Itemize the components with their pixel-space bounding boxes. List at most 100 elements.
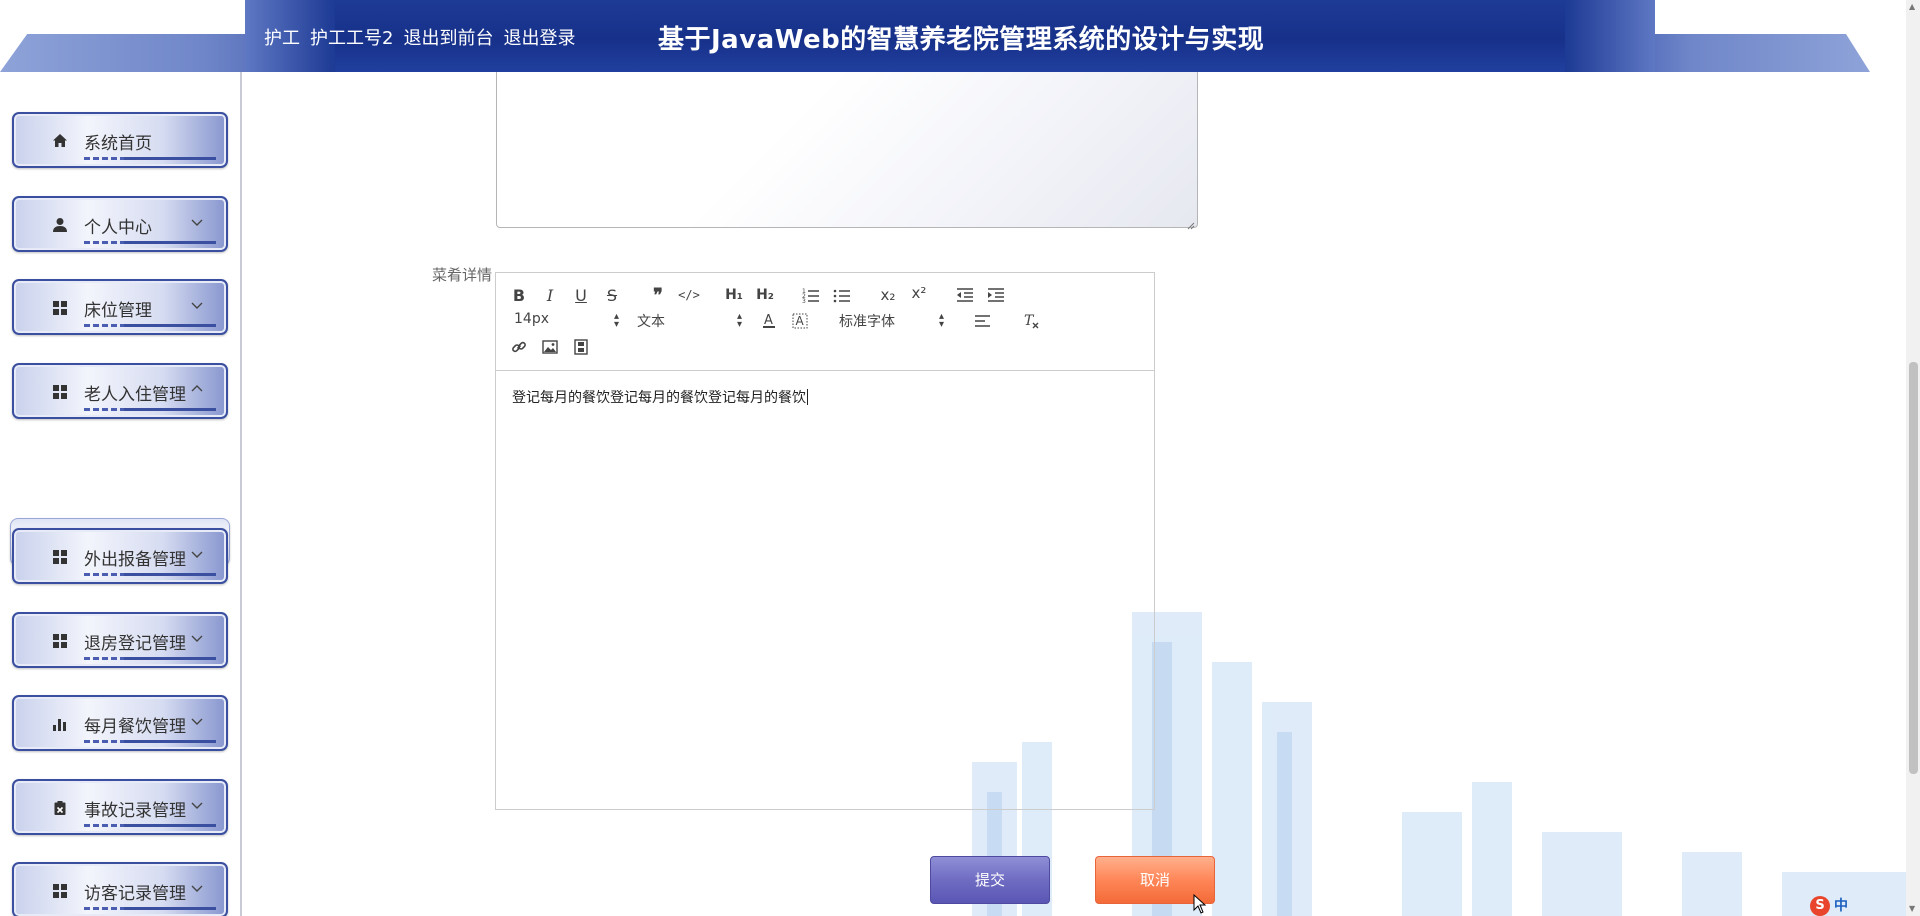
menu-underline-decoration: [124, 824, 216, 827]
font-family-value: 标准字体: [839, 314, 895, 330]
submit-button[interactable]: 提交: [930, 856, 1050, 904]
sidebar-item-label: 访客记录管理: [84, 884, 186, 904]
editor-content-area[interactable]: 登记每月的餐饮登记每月的餐饮登记每月的餐饮: [496, 371, 1154, 809]
bold-icon[interactable]: B: [507, 285, 531, 305]
main-content: 菜肴详情 B I U S ❞ </> H₁ H₂ 123 x₂ x² 14px …: [242, 72, 1908, 916]
sidebar-item-label: 个人中心: [84, 218, 152, 238]
menu-underline-decoration: [124, 324, 216, 327]
ime-mode-label: 中: [1834, 898, 1848, 914]
menu-underline-decoration: [84, 573, 126, 576]
block-format-value: 文本: [637, 314, 665, 330]
font-size-select[interactable]: 14px ▴ ▾: [514, 311, 619, 333]
text-color-icon[interactable]: A: [757, 311, 781, 331]
bullet-list-icon[interactable]: [830, 285, 854, 305]
sidebar-item-label: 每月餐饮管理: [84, 717, 186, 737]
menu-underline-decoration: [124, 241, 216, 244]
ordered-list-icon[interactable]: 123: [799, 285, 823, 305]
sidebar-item-label: 系统首页: [84, 134, 152, 154]
sidebar-item-label: 床位管理: [84, 301, 152, 321]
sidebar-item-home[interactable]: 系统首页: [12, 112, 228, 168]
editor-content-text: 登记每月的餐饮登记每月的餐饮登记每月的餐饮: [512, 387, 808, 407]
select-arrows-icon: ▴ ▾: [737, 311, 743, 330]
select-arrows-icon: ▴ ▾: [614, 311, 620, 330]
ime-toolbar[interactable]: S中: [1810, 895, 1848, 916]
user-links: 护工 护工工号2 退出到前台 退出登录: [264, 24, 575, 50]
sidebar-item-visitor-records-management[interactable]: 访客记录管理: [12, 862, 228, 916]
chevron-down-icon: [190, 797, 204, 811]
link-icon[interactable]: [507, 337, 531, 357]
video-icon[interactable]: [569, 337, 593, 357]
image-icon[interactable]: [538, 337, 562, 357]
chevron-up-icon: [190, 381, 204, 395]
font-family-select[interactable]: 标准字体 ▴ ▾: [839, 311, 944, 333]
clipboard-icon: [52, 800, 68, 816]
select-arrows-icon: ▴ ▾: [939, 311, 945, 330]
chevron-down-icon: [190, 713, 204, 727]
text-caret: [807, 389, 808, 405]
editor-toolbar: B I U S ❞ </> H₁ H₂ 123 x₂ x² 14px ▴ ▾ 文…: [496, 273, 1154, 371]
underline-icon[interactable]: U: [569, 285, 593, 305]
scroll-down-arrow-icon[interactable]: ▼: [1909, 905, 1917, 913]
chevron-down-icon: [190, 546, 204, 560]
resize-handle-icon[interactable]: [1185, 215, 1195, 230]
sidebar-item-outing-report-management[interactable]: 外出报备管理: [12, 528, 228, 584]
sidebar: 系统首页 个人中心 床位管理 老人入住管理 外出报备管理 退房登记管理 每月餐饮…: [0, 72, 242, 916]
menu-underline-decoration: [84, 824, 126, 827]
grid-icon: [52, 384, 68, 400]
menu-underline-decoration: [84, 157, 126, 160]
menu-underline-decoration: [84, 408, 126, 411]
grid-icon: [52, 633, 68, 649]
strikethrough-icon[interactable]: S: [600, 285, 624, 305]
sidebar-item-checkout-management[interactable]: 退房登记管理: [12, 612, 228, 668]
editor-content-value: 登记每月的餐饮登记每月的餐饮登记每月的餐饮: [512, 390, 806, 406]
italic-icon[interactable]: I: [538, 285, 562, 305]
sidebar-item-label: 退房登记管理: [84, 634, 186, 654]
block-format-select[interactable]: 文本 ▴ ▾: [637, 311, 742, 333]
chevron-down-icon: [190, 630, 204, 644]
font-size-value: 14px: [514, 311, 549, 327]
sidebar-item-label: 老人入住管理: [84, 385, 186, 405]
scrollbar-thumb[interactable]: [1909, 362, 1918, 774]
chevron-down-icon: [190, 297, 204, 311]
background-color-icon[interactable]: A: [788, 311, 812, 331]
clear-format-icon[interactable]: T: [1019, 311, 1043, 331]
sidebar-item-elder-checkin-management[interactable]: 老人入住管理: [12, 363, 228, 419]
heading1-icon[interactable]: H₁: [722, 285, 746, 305]
grid-icon: [52, 549, 68, 565]
back-to-front-link[interactable]: 退出到前台: [403, 24, 493, 50]
menu-underline-decoration: [124, 157, 216, 160]
sidebar-item-label: 事故记录管理: [84, 801, 186, 821]
subscript-icon[interactable]: x₂: [876, 285, 900, 305]
sidebar-item-monthly-meals-management[interactable]: 每月餐饮管理: [12, 695, 228, 751]
align-left-icon[interactable]: [971, 311, 995, 331]
grid-icon: [52, 883, 68, 899]
sidebar-item-bed-management[interactable]: 床位管理: [12, 279, 228, 335]
menu-underline-decoration: [124, 657, 216, 660]
home-icon: [52, 133, 68, 149]
page-scrollbar[interactable]: ▲ ▼: [1906, 0, 1920, 916]
site-title: 基于JavaWeb的智慧养老院管理系统的设计与实现: [658, 25, 1265, 55]
menu-underline-decoration: [84, 657, 126, 660]
code-block-icon[interactable]: </>: [677, 285, 701, 305]
chevron-down-icon: [190, 214, 204, 228]
superscript-icon[interactable]: x²: [907, 283, 931, 303]
logout-link[interactable]: 退出登录: [503, 24, 575, 50]
menu-underline-decoration: [124, 740, 216, 743]
menu-underline-decoration: [84, 740, 126, 743]
user-role: 护工: [264, 28, 300, 49]
outdent-icon[interactable]: [953, 285, 977, 305]
sidebar-item-personal-center[interactable]: 个人中心: [12, 196, 228, 252]
user-icon: [52, 217, 68, 233]
description-textarea[interactable]: [496, 72, 1198, 230]
grid-icon: [52, 300, 68, 316]
svg-text:A: A: [796, 314, 805, 328]
heading2-icon[interactable]: H₂: [753, 285, 777, 305]
sidebar-item-accident-records-management[interactable]: 事故记录管理: [12, 779, 228, 835]
blockquote-icon[interactable]: ❞: [646, 285, 670, 306]
rich-text-editor: B I U S ❞ </> H₁ H₂ 123 x₂ x² 14px ▴ ▾ 文…: [495, 272, 1155, 810]
scroll-up-arrow-icon[interactable]: ▲: [1909, 3, 1917, 11]
menu-underline-decoration: [84, 241, 126, 244]
indent-icon[interactable]: [984, 285, 1008, 305]
ime-logo-icon: S: [1810, 896, 1830, 916]
top-header: 护工 护工工号2 退出到前台 退出登录 基于JavaWeb的智慧养老院管理系统的…: [0, 0, 1920, 72]
